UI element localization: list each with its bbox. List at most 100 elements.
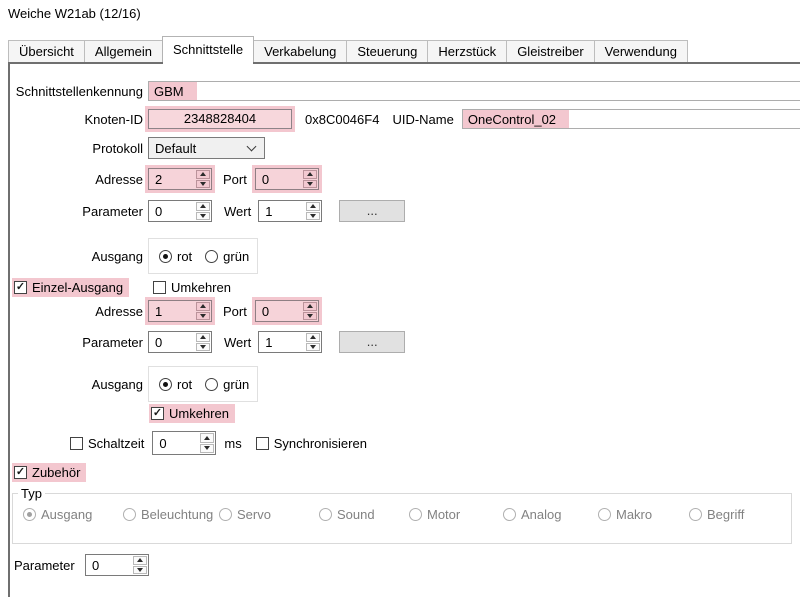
tab-steuerung[interactable]: Steuerung bbox=[346, 40, 428, 62]
kennung-input[interactable]: GBM bbox=[148, 81, 800, 101]
more-button[interactable]: ... bbox=[339, 200, 405, 222]
schnittstelle-panel: Schnittstellenkennung GBM Knoten-ID 2348… bbox=[8, 62, 800, 597]
arrow-up-icon bbox=[307, 172, 313, 176]
arrow-up-icon bbox=[204, 436, 210, 440]
parameter-bottom-label: Parameter bbox=[14, 558, 85, 573]
spin-up-button[interactable] bbox=[306, 333, 320, 342]
spin-up-button[interactable] bbox=[196, 170, 210, 179]
checkbox-icon bbox=[70, 437, 83, 450]
checkbox-checked-icon bbox=[151, 407, 164, 420]
tab-verkabelung[interactable]: Verkabelung bbox=[253, 40, 347, 62]
typ-radio-begriff[interactable]: Begriff bbox=[689, 507, 744, 522]
spin-up-button[interactable] bbox=[196, 302, 210, 311]
tab-verwendung[interactable]: Verwendung bbox=[594, 40, 688, 62]
arrow-down-icon bbox=[307, 182, 313, 186]
spin-up-button[interactable] bbox=[303, 170, 317, 179]
adresse2-label: Adresse bbox=[10, 304, 148, 319]
adresse1-spinner[interactable]: 2 bbox=[148, 168, 212, 190]
spin-up-button[interactable] bbox=[306, 202, 320, 211]
radio-gruen-2[interactable]: grün bbox=[205, 377, 249, 392]
radio-icon bbox=[319, 508, 332, 521]
typ-radio-ausgang[interactable]: Ausgang bbox=[23, 507, 123, 522]
tab-herzstueck[interactable]: Herzstück bbox=[427, 40, 507, 62]
adresse2-spinner[interactable]: 1 bbox=[148, 300, 212, 322]
typ-radio-makro[interactable]: Makro bbox=[598, 507, 689, 522]
umkehren1-checkbox[interactable]: Umkehren bbox=[153, 280, 231, 295]
knoten-id-input[interactable]: 2348828404 bbox=[148, 109, 292, 129]
schaltzeit-spinner[interactable]: 0 bbox=[152, 431, 216, 455]
more-button-2[interactable]: ... bbox=[339, 331, 405, 353]
uid-name-input[interactable]: OneControl_02 bbox=[462, 109, 800, 129]
spin-up-button[interactable] bbox=[303, 302, 317, 311]
typ-radio-analog[interactable]: Analog bbox=[503, 507, 598, 522]
wert1-label: Wert bbox=[224, 204, 251, 219]
checkbox-checked-icon bbox=[14, 281, 27, 294]
tab-uebersicht[interactable]: Übersicht bbox=[8, 40, 85, 62]
zubehoer-checkbox[interactable]: Zubehör bbox=[14, 465, 80, 480]
typ-radio-beleuchtung[interactable]: Beleuchtung bbox=[123, 507, 219, 522]
radio-selected-icon bbox=[159, 378, 172, 391]
arrow-down-icon bbox=[200, 214, 206, 218]
checkbox-icon bbox=[153, 281, 166, 294]
spin-down-button[interactable] bbox=[196, 212, 210, 221]
radio-rot[interactable]: rot bbox=[159, 249, 192, 264]
umkehren2-checkbox[interactable]: Umkehren bbox=[151, 406, 229, 421]
parameter2-spinner[interactable]: 0 bbox=[148, 331, 212, 353]
arrow-up-icon bbox=[200, 304, 206, 308]
spin-up-button[interactable] bbox=[196, 202, 210, 211]
spin-up-button[interactable] bbox=[196, 333, 210, 342]
tab-allgemein[interactable]: Allgemein bbox=[84, 40, 163, 62]
kennung-value: GBM bbox=[149, 82, 197, 100]
radio-gruen[interactable]: grün bbox=[205, 249, 249, 264]
spin-up-button[interactable] bbox=[200, 433, 214, 443]
arrow-up-icon bbox=[307, 304, 313, 308]
radio-selected-icon bbox=[159, 250, 172, 263]
typ-radio-sound[interactable]: Sound bbox=[319, 507, 409, 522]
spin-down-button[interactable] bbox=[200, 444, 214, 454]
radio-selected-icon bbox=[23, 508, 36, 521]
port1-label: Port bbox=[223, 172, 247, 187]
typ-radio-servo[interactable]: Servo bbox=[219, 507, 319, 522]
spin-down-button[interactable] bbox=[306, 343, 320, 352]
radio-icon bbox=[123, 508, 136, 521]
synchronisieren-checkbox[interactable]: Synchronisieren bbox=[256, 436, 367, 451]
spin-down-button[interactable] bbox=[196, 180, 210, 189]
port2-spinner[interactable]: 0 bbox=[255, 300, 319, 322]
arrow-up-icon bbox=[200, 204, 206, 208]
arrow-up-icon bbox=[137, 558, 143, 562]
parameter1-spinner[interactable]: 0 bbox=[148, 200, 212, 222]
radio-icon bbox=[205, 378, 218, 391]
spin-down-button[interactable] bbox=[196, 312, 210, 321]
tab-schnittstelle[interactable]: Schnittstelle bbox=[162, 36, 254, 62]
spin-up-button[interactable] bbox=[133, 556, 147, 565]
einzel-ausgang-checkbox[interactable]: Einzel-Ausgang bbox=[14, 280, 123, 295]
radio-rot-2[interactable]: rot bbox=[159, 377, 192, 392]
radio-icon bbox=[689, 508, 702, 521]
ausgang1-radio-group: rot grün bbox=[148, 238, 258, 274]
checkbox-checked-icon bbox=[14, 466, 27, 479]
ausgang2-radio-group: rot grün bbox=[148, 366, 258, 402]
kennung-label: Schnittstellenkennung bbox=[10, 84, 148, 99]
knoten-id-highlight: 2348828404 bbox=[145, 106, 295, 132]
schaltzeit-checkbox[interactable]: Schaltzeit bbox=[70, 436, 144, 451]
spin-down-button[interactable] bbox=[303, 312, 317, 321]
spin-down-button[interactable] bbox=[133, 566, 147, 575]
protokoll-select[interactable]: Default bbox=[148, 137, 265, 159]
wert1-spinner[interactable]: 1 bbox=[258, 200, 322, 222]
arrow-down-icon bbox=[204, 446, 210, 450]
chevron-down-icon bbox=[247, 141, 257, 151]
typ-radio-motor[interactable]: Motor bbox=[409, 507, 503, 522]
tab-gleistreiber[interactable]: Gleistreiber bbox=[506, 40, 594, 62]
protokoll-label: Protokoll bbox=[10, 141, 148, 156]
knoten-id-hex: 0x8C0046F4 bbox=[305, 112, 379, 127]
port1-spinner[interactable]: 0 bbox=[255, 168, 319, 190]
radio-icon bbox=[598, 508, 611, 521]
spin-down-button[interactable] bbox=[306, 212, 320, 221]
arrow-down-icon bbox=[200, 182, 206, 186]
parameter-bottom-spinner[interactable]: 0 bbox=[85, 554, 149, 576]
spin-down-button[interactable] bbox=[303, 180, 317, 189]
spin-down-button[interactable] bbox=[196, 343, 210, 352]
arrow-down-icon bbox=[200, 345, 206, 349]
wert2-spinner[interactable]: 1 bbox=[258, 331, 322, 353]
arrow-down-icon bbox=[137, 568, 143, 572]
